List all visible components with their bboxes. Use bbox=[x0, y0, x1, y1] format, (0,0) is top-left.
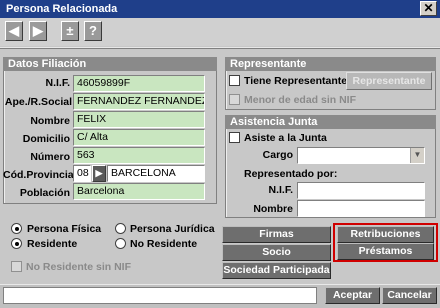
representado-nombre-label: Nombre bbox=[253, 203, 293, 215]
socio-button[interactable]: Socio bbox=[222, 244, 331, 261]
no-residente-sin-nif-checkbox[interactable] bbox=[11, 261, 22, 272]
ape-razon-social-label: Ape./R.Social bbox=[4, 96, 72, 108]
tiene-representante-label: Tiene Representante bbox=[244, 75, 348, 87]
asistencia-junta-heading: Asistencia Junta bbox=[225, 115, 436, 129]
window-title: Persona Relacionada bbox=[0, 0, 440, 18]
prestamos-button[interactable]: Préstamos bbox=[337, 243, 434, 260]
chevron-down-icon[interactable]: ▼ bbox=[410, 148, 424, 163]
next-record-button[interactable]: ▶ bbox=[29, 21, 47, 41]
status-field bbox=[3, 287, 317, 304]
numero-field[interactable]: 563 bbox=[73, 147, 205, 164]
retribuciones-button[interactable]: Retribuciones bbox=[337, 226, 434, 243]
no-residente-sin-nif-label: No Residente sin NIF bbox=[26, 261, 132, 273]
nombre-label: Nombre bbox=[30, 115, 70, 127]
cod-provincial-label: Cód.Provincial bbox=[3, 169, 77, 181]
domicilio-label: Domicilio bbox=[22, 133, 70, 145]
ape-razon-social-field[interactable]: FERNANDEZ FERNANDEZ bbox=[73, 93, 205, 110]
tiene-representante-checkbox[interactable] bbox=[229, 75, 240, 86]
cod-provincial-field[interactable]: 08 bbox=[73, 165, 91, 182]
persona-fisica-radio[interactable] bbox=[11, 223, 22, 234]
poblacion-field[interactable]: Barcelona bbox=[73, 183, 205, 200]
toolbar-separator bbox=[0, 47, 440, 49]
representado-nombre-field[interactable] bbox=[297, 200, 425, 217]
datos-filiacion-heading: Datos Filiación bbox=[3, 57, 217, 71]
representante-heading: Representante bbox=[225, 57, 436, 71]
no-residente-label: No Residente bbox=[130, 238, 198, 250]
domicilio-field[interactable]: C/ Alta bbox=[73, 129, 205, 146]
close-button[interactable]: ✕ bbox=[420, 1, 437, 16]
provincia-lookup-button[interactable]: ▶ bbox=[92, 165, 106, 182]
nif-label: N.I.F. bbox=[45, 77, 70, 89]
nombre-field[interactable]: FELIX bbox=[73, 111, 205, 128]
plus-minus-button[interactable]: ± bbox=[61, 21, 79, 41]
aceptar-button[interactable]: Aceptar bbox=[325, 287, 380, 304]
firmas-button[interactable]: Firmas bbox=[222, 226, 331, 243]
persona-fisica-label: Persona Física bbox=[27, 223, 102, 235]
previous-record-button[interactable]: ◀ bbox=[5, 21, 23, 41]
representado-nif-label: N.I.F. bbox=[268, 184, 293, 196]
poblacion-label: Población bbox=[19, 187, 70, 199]
no-residente-radio[interactable] bbox=[115, 238, 126, 249]
persona-juridica-radio[interactable] bbox=[115, 223, 126, 234]
help-button[interactable]: ? bbox=[84, 21, 102, 41]
asiste-junta-label: Asiste a la Junta bbox=[244, 132, 327, 144]
asiste-junta-checkbox[interactable] bbox=[229, 132, 240, 143]
residente-radio[interactable] bbox=[11, 238, 22, 249]
cargo-select[interactable]: ▼ bbox=[297, 147, 425, 164]
representante-button[interactable]: Representante bbox=[346, 72, 432, 90]
numero-label: Número bbox=[30, 151, 70, 163]
cargo-label: Cargo bbox=[262, 149, 293, 161]
menor-edad-label: Menor de edad sin NIF bbox=[244, 94, 357, 106]
menor-edad-checkbox[interactable] bbox=[229, 94, 240, 105]
representado-por-label: Representado por: bbox=[244, 168, 338, 180]
cancelar-button[interactable]: Cancelar bbox=[382, 287, 437, 304]
nif-field[interactable]: 46059899F bbox=[73, 75, 205, 92]
persona-juridica-label: Persona Jurídica bbox=[130, 223, 215, 235]
sociedad-participada-button[interactable]: Sociedad Participada bbox=[222, 262, 331, 279]
residente-label: Residente bbox=[27, 238, 78, 250]
provincia-name-field: BARCELONA bbox=[107, 165, 205, 182]
representado-nif-field[interactable] bbox=[297, 182, 425, 199]
